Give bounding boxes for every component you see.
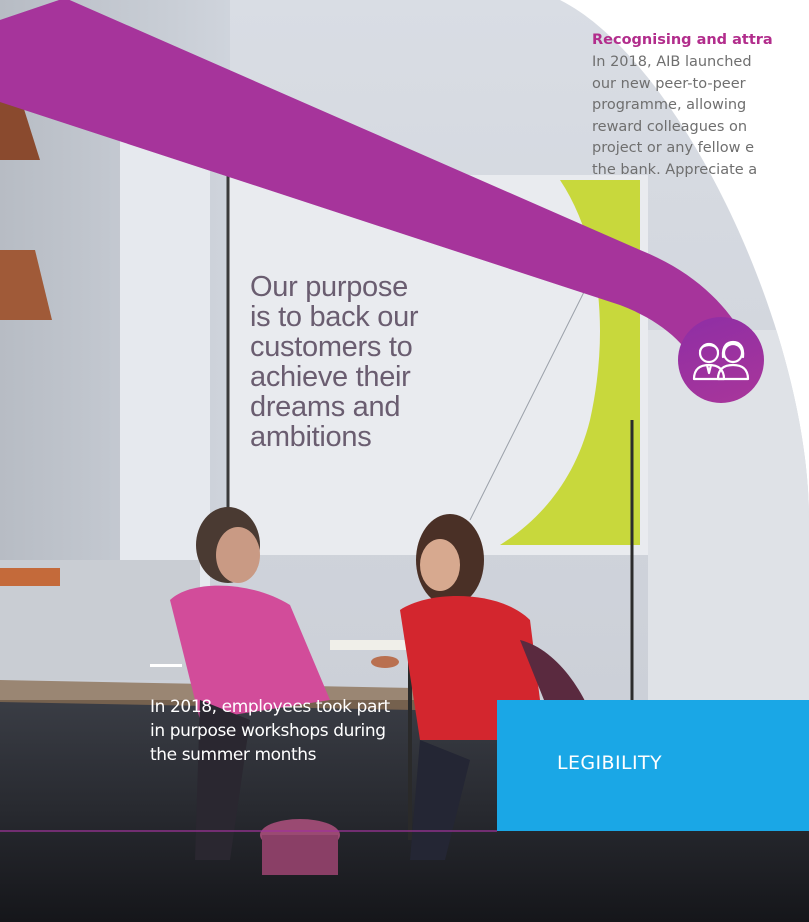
section-body: In 2018, AIB launched our new peer-to-pe… [592,52,809,181]
body-line: our new peer-to-peer [592,75,746,92]
body-line: programme, allowing [592,97,747,113]
wall-text-line: Our purpose [250,271,408,303]
legibility-label: LEGIBILITY [557,752,662,774]
caption-line: in purpose workshops during [150,721,386,741]
body-line: project or any fellow e [592,140,754,156]
wall-text-line: is to back our [250,301,419,333]
section-heading: Recognising and attra [592,32,773,48]
photo-caption: In 2018, employees took part in purpose … [150,695,450,767]
legibility-box: LEGIBILITY [497,700,809,831]
wall-text-line: ambitions [250,421,372,453]
caption-line: the summer months [150,745,317,765]
caption-divider [150,664,182,667]
two-people-icon [678,317,764,403]
caption-line: In 2018, employees took part [150,697,390,717]
wall-text-line: dreams and [250,391,401,423]
page: Our purpose is to back our customers to … [0,0,809,922]
wall-purpose-text: Our purpose is to back our customers to … [250,272,470,452]
wall-text-line: achieve their [250,361,411,393]
body-line: In 2018, AIB launched [592,54,752,70]
wall-text-line: customers to [250,331,413,363]
body-line: reward colleagues on [592,118,748,135]
body-line: the bank. Appreciate a [592,161,758,178]
